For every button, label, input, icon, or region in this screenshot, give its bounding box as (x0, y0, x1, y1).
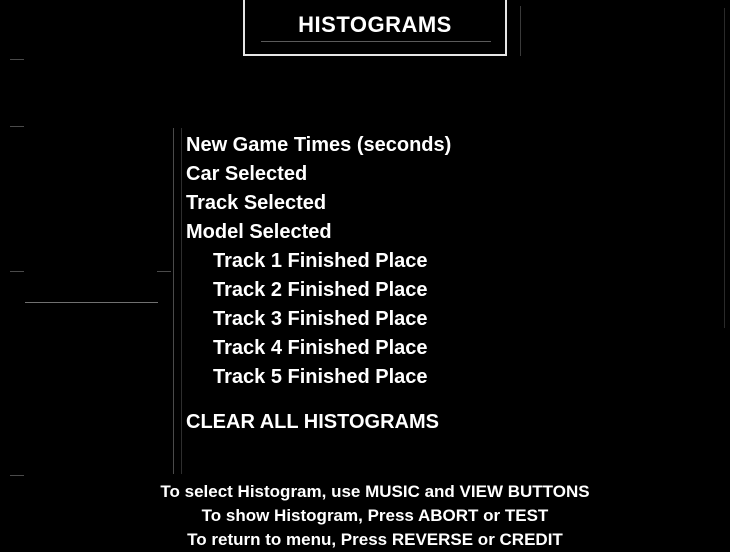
menu-item-track-5-finished[interactable]: Track 5 Finished Place (186, 363, 451, 392)
left-artifact-line-1 (10, 59, 24, 60)
histogram-menu: New Game Times (seconds) Car Selected Tr… (186, 131, 451, 437)
menu-item-model-selected[interactable]: Model Selected (186, 218, 451, 247)
left-artifact-line-5 (25, 302, 158, 303)
menu-left-vertical-line-2 (181, 128, 182, 474)
menu-item-track-selected[interactable]: Track Selected (186, 189, 451, 218)
instructions-block: To select Histogram, use MUSIC and VIEW … (0, 480, 730, 552)
instruction-show: To show Histogram, Press ABORT or TEST (201, 506, 549, 525)
menu-item-track-3-finished[interactable]: Track 3 Finished Place (186, 305, 451, 334)
title-underline (261, 41, 491, 42)
left-artifact-line-2 (10, 126, 24, 127)
menu-item-clear-all-histograms[interactable]: CLEAR ALL HISTOGRAMS (186, 408, 451, 437)
title-side-divider (520, 6, 521, 56)
menu-item-track-2-finished[interactable]: Track 2 Finished Place (186, 276, 451, 305)
menu-item-track-4-finished[interactable]: Track 4 Finished Place (186, 334, 451, 363)
left-artifact-line-4 (157, 271, 171, 272)
menu-item-car-selected[interactable]: Car Selected (186, 160, 451, 189)
instruction-select: To select Histogram, use MUSIC and VIEW … (160, 482, 590, 501)
right-edge-artifact (724, 8, 725, 328)
menu-left-vertical-line (173, 128, 174, 474)
instruction-return: To return to menu, Press REVERSE or CRED… (187, 530, 563, 549)
page-title: HISTOGRAMS (298, 12, 452, 37)
left-artifact-line-6 (10, 475, 24, 476)
menu-item-new-game-times[interactable]: New Game Times (seconds) (186, 131, 451, 160)
left-artifact-line-3 (10, 271, 24, 272)
title-frame: HISTOGRAMS (243, 0, 507, 56)
menu-item-track-1-finished[interactable]: Track 1 Finished Place (186, 247, 451, 276)
